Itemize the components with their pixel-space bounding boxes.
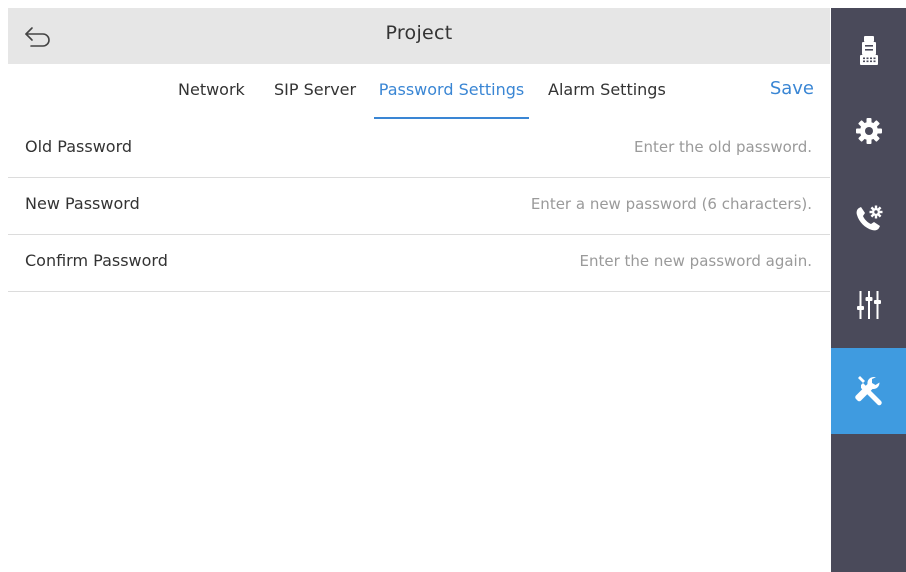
form-row-new-password: New Password (8, 178, 830, 235)
new-password-label: New Password (25, 194, 140, 213)
sidebar-item-device[interactable] (831, 8, 906, 94)
tab-sip-server[interactable]: SIP Server (274, 64, 356, 118)
confirm-password-field[interactable] (332, 245, 812, 277)
form-row-old-password: Old Password (8, 121, 830, 178)
intercom-device-icon (857, 35, 881, 67)
tab-bar: Network SIP Server Password Settings Ala… (8, 64, 830, 120)
tab-alarm-settings[interactable]: Alarm Settings (548, 64, 666, 118)
confirm-password-label: Confirm Password (25, 251, 168, 270)
sidebar-item-call-settings[interactable] (831, 176, 906, 262)
new-password-field[interactable] (332, 188, 812, 220)
main-panel: Project Network SIP Server Password Sett… (8, 8, 830, 572)
tools-icon (852, 374, 886, 408)
page-title: Project (385, 22, 453, 44)
gear-icon (854, 116, 884, 146)
sidebar-item-adjustments[interactable] (831, 262, 906, 348)
form-row-confirm-password: Confirm Password (8, 235, 830, 292)
sidebar (831, 8, 906, 572)
tab-network[interactable]: Network (178, 64, 245, 118)
password-form: Old Password New Password Confirm Passwo… (8, 121, 830, 292)
sliders-icon (856, 289, 882, 321)
app-window: Project Network SIP Server Password Sett… (0, 0, 906, 572)
sidebar-item-tools[interactable] (831, 348, 906, 434)
call-settings-icon (853, 203, 885, 235)
save-button[interactable]: Save (770, 64, 814, 114)
tab-password-settings[interactable]: Password Settings (374, 64, 529, 119)
sidebar-item-settings[interactable] (831, 88, 906, 174)
old-password-field[interactable] (332, 131, 812, 163)
old-password-label: Old Password (25, 137, 133, 156)
title-bar: Project (8, 8, 830, 64)
